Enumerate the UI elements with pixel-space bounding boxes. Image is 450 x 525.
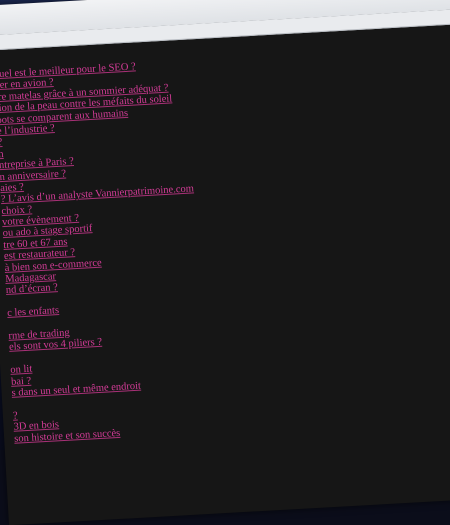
- article-link[interactable]: son histoire et son succès: [14, 427, 121, 444]
- browser-window: quel est le meilleur pour le SEO ? ger en…: [0, 0, 450, 525]
- article-link-list: quel est le meilleur pour le SEO ? ger en…: [0, 39, 450, 444]
- page-content: quel est le meilleur pour le SEO ? ger en…: [0, 39, 450, 444]
